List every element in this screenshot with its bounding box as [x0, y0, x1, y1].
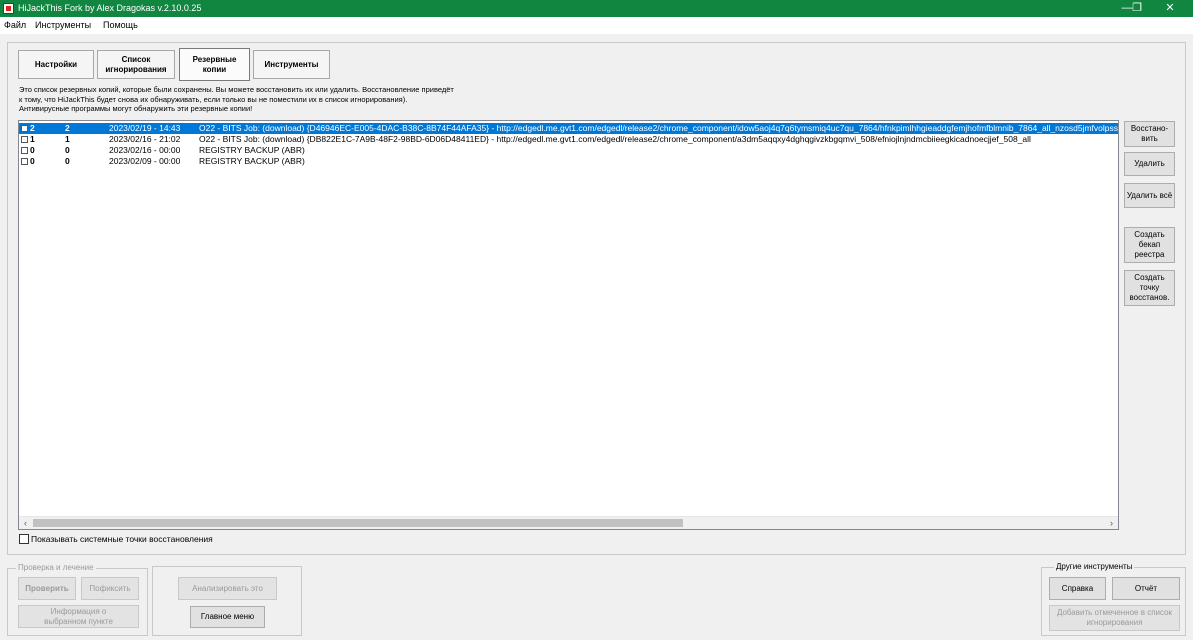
analyze-button-label: Анализировать это: [192, 583, 263, 593]
menu-file[interactable]: Файл: [4, 20, 26, 30]
report-button[interactable]: Отчёт: [1112, 577, 1180, 600]
backup-num: 1: [65, 134, 70, 144]
delete-all-button[interactable]: Удалить всё: [1124, 183, 1175, 208]
create-restore-point-label: Создать точку восстанов.: [1129, 273, 1170, 302]
backup-item: REGISTRY BACKUP (ABR): [199, 156, 305, 166]
backup-item: O22 - BITS Job: (download) {D46946EC-E00…: [199, 123, 1119, 133]
list-item[interactable]: 1 1 2023/02/16 - 21:02 O22 - BITS Job: (…: [19, 134, 1118, 145]
help-button[interactable]: Справка: [1049, 577, 1106, 600]
list-item[interactable]: 0 0 2023/02/09 - 00:00 REGISTRY BACKUP (…: [19, 156, 1118, 167]
backup-id: 2: [30, 123, 35, 133]
tab-backups[interactable]: Резервные копии: [179, 48, 250, 81]
help-button-label: Справка: [1061, 583, 1094, 593]
backup-item: O22 - BITS Job: (download) {DB822E1C-7A9…: [199, 134, 1031, 144]
list-item[interactable]: 0 0 2023/02/16 - 00:00 REGISTRY BACKUP (…: [19, 145, 1118, 156]
backup-num: 0: [65, 145, 70, 155]
tab-tools[interactable]: Инструменты: [253, 50, 330, 79]
main-menu-button-label: Главное меню: [200, 612, 255, 621]
fix-button[interactable]: Пофиксить: [81, 577, 139, 600]
backup-id: 0: [30, 156, 35, 166]
scrollbar-thumb[interactable]: [33, 519, 683, 527]
backup-datetime: 2023/02/16 - 21:02: [109, 134, 181, 144]
show-restore-points-checkbox[interactable]: [19, 534, 29, 544]
scroll-right-icon[interactable]: ›: [1105, 517, 1118, 529]
tab-ignore-list[interactable]: Список игнорирования: [97, 50, 175, 79]
scan-button[interactable]: Проверить: [18, 577, 76, 600]
scroll-left-icon[interactable]: ‹: [19, 517, 32, 529]
delete-button-label: Удалить: [1134, 159, 1165, 168]
list-item[interactable]: 2 2 2023/02/19 - 14:43 O22 - BITS Job: (…: [19, 123, 1118, 134]
backup-id: 1: [30, 134, 35, 144]
restore-button[interactable]: Восстано-вить: [1124, 121, 1175, 147]
backup-list[interactable]: 2 2 2023/02/19 - 14:43 O22 - BITS Job: (…: [18, 120, 1119, 530]
row-checkbox[interactable]: [21, 147, 28, 154]
tab-settings[interactable]: Настройки: [18, 50, 94, 79]
backup-id: 0: [30, 145, 35, 155]
backup-num: 0: [65, 156, 70, 166]
tab-backups-label: Резервные копии: [192, 54, 237, 74]
other-tools-group-label: Другие инструменты: [1054, 562, 1135, 571]
show-restore-points-label: Показывать системные точки восстановлени…: [31, 534, 213, 544]
close-button[interactable]: ✕: [1155, 0, 1185, 17]
title-bar: HiJackThis Fork by Alex Dragokas v.2.10.…: [0, 0, 1193, 17]
maximize-button[interactable]: ❐: [1122, 0, 1152, 17]
create-registry-backup-label: Создать бекап реестра: [1134, 230, 1165, 259]
backup-item: REGISTRY BACKUP (ABR): [199, 145, 305, 155]
backup-datetime: 2023/02/19 - 14:43: [109, 123, 181, 133]
app-icon: [3, 3, 14, 14]
horizontal-scrollbar[interactable]: ‹ ›: [19, 516, 1118, 529]
row-checkbox[interactable]: [21, 125, 28, 132]
delete-button[interactable]: Удалить: [1124, 152, 1175, 176]
delete-all-button-label: Удалить всё: [1126, 190, 1173, 200]
info-selected-button-label: Информация о выбранном пункте: [44, 606, 113, 626]
menu-tools[interactable]: Инструменты: [35, 20, 91, 30]
restore-button-label: Восстано-вить: [1130, 124, 1169, 143]
create-restore-point-button[interactable]: Создать точку восстанов.: [1124, 270, 1175, 306]
fix-button-label: Пофиксить: [89, 583, 131, 593]
main-menu-button[interactable]: Главное меню: [190, 606, 265, 628]
backup-datetime: 2023/02/09 - 00:00: [109, 156, 181, 166]
add-to-ignore-button[interactable]: Добавить отмеченное в список игнорирован…: [1049, 605, 1180, 631]
analyze-button[interactable]: Анализировать это: [178, 577, 277, 600]
menu-bar: Файл Инструменты Помощь: [0, 17, 1193, 34]
backup-num: 2: [65, 123, 70, 133]
backup-datetime: 2023/02/16 - 00:00: [109, 145, 181, 155]
tab-settings-label: Настройки: [34, 59, 78, 69]
row-checkbox[interactable]: [21, 158, 28, 165]
backups-description: Это список резервных копий, которые были…: [19, 85, 454, 113]
info-selected-button[interactable]: Информация о выбранном пункте: [18, 605, 139, 628]
add-to-ignore-button-label: Добавить отмеченное в список игнорирован…: [1056, 608, 1173, 627]
tab-ignore-list-label: Список игнорирования: [105, 54, 167, 74]
scan-fix-group-label: Проверка и лечение: [16, 563, 96, 572]
create-registry-backup-button[interactable]: Создать бекап реестра: [1124, 227, 1175, 263]
row-checkbox[interactable]: [21, 136, 28, 143]
report-button-label: Отчёт: [1134, 583, 1158, 593]
scan-button-label: Проверить: [25, 583, 69, 593]
tab-tools-label: Инструменты: [264, 59, 319, 69]
menu-help[interactable]: Помощь: [103, 20, 138, 30]
window-title: HiJackThis Fork by Alex Dragokas v.2.10.…: [18, 3, 202, 13]
